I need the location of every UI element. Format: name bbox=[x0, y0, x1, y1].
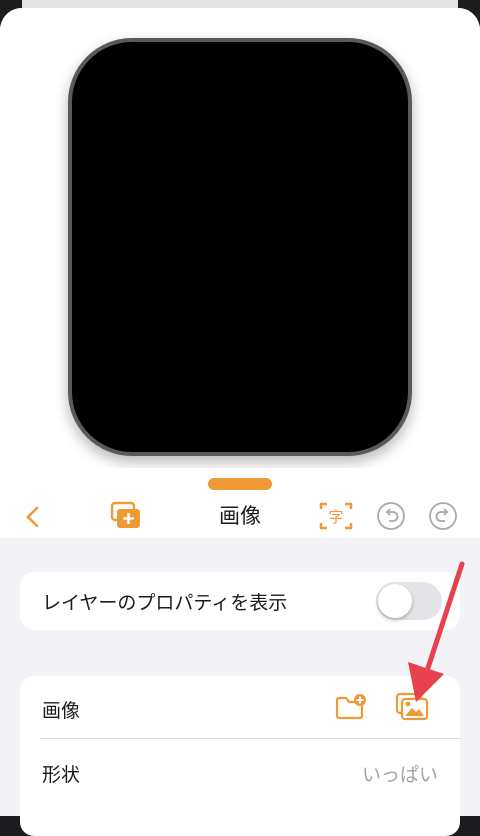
sheet-grabber[interactable] bbox=[208, 478, 272, 490]
row-divider bbox=[40, 738, 460, 739]
image-settings-card: 画像 形状 いっぱい bbox=[20, 676, 460, 836]
toolbar-title: 画像 bbox=[219, 504, 261, 528]
text-layer-button[interactable]: 字 bbox=[318, 500, 354, 532]
watch-face-preview[interactable] bbox=[68, 38, 412, 456]
shape-label: 形状 bbox=[42, 764, 81, 786]
chevron-left-icon bbox=[26, 506, 39, 528]
preview-area bbox=[0, 8, 480, 468]
text-glyph: 字 bbox=[328, 508, 343, 526]
add-layer-icon bbox=[110, 501, 140, 528]
shape-row[interactable]: 形状 いっぱい bbox=[20, 740, 460, 802]
image-label: 画像 bbox=[42, 700, 81, 722]
back-button[interactable] bbox=[20, 504, 46, 530]
redo-button[interactable] bbox=[428, 501, 458, 531]
add-layer-button[interactable] bbox=[108, 500, 144, 532]
undo-icon bbox=[377, 502, 405, 530]
undo-button[interactable] bbox=[376, 501, 406, 531]
redo-icon bbox=[429, 502, 457, 530]
choose-file-button[interactable] bbox=[334, 692, 368, 722]
text-frame-icon: 字 bbox=[319, 502, 353, 530]
image-row: 画像 bbox=[20, 676, 460, 739]
annotation-arrow-icon bbox=[408, 561, 465, 702]
shape-value: いっぱい bbox=[361, 764, 438, 786]
layer-properties-label: レイヤーのプロパティを表示 bbox=[42, 592, 288, 614]
layer-properties-card: レイヤーのプロパティを表示 bbox=[20, 572, 460, 630]
folder-add-icon bbox=[335, 694, 366, 720]
